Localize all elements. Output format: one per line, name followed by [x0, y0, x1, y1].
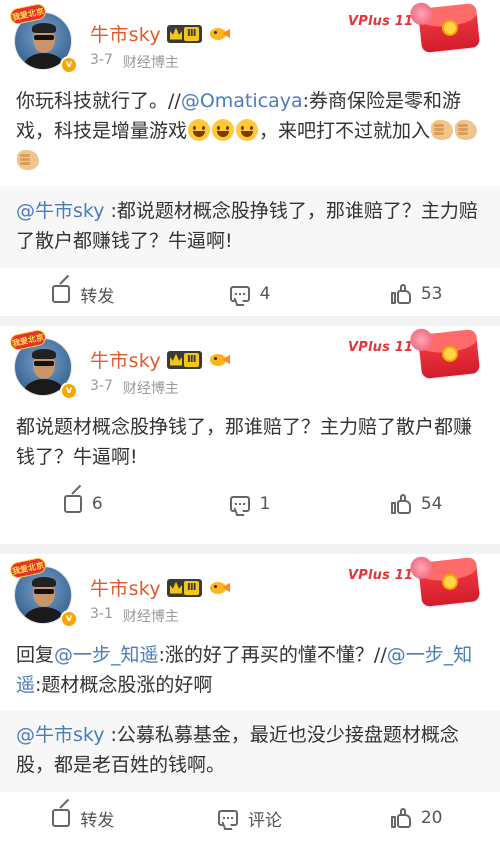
laugh-emoji-icon	[236, 119, 259, 141]
quoted-post[interactable]: @牛市sky :公募私募基金，最近也没少接盘题材概念股，都是老百姓的钱啊。	[0, 710, 500, 792]
comment-icon	[218, 810, 238, 826]
fish-badge-icon[interactable]	[208, 352, 231, 368]
post-date: 3-7	[90, 378, 113, 394]
author-row: 牛市sky Ⅲ	[90, 20, 231, 47]
repost-button[interactable]: 转发	[0, 282, 167, 307]
comment-button[interactable]: 评论	[167, 806, 334, 831]
avatar[interactable]: 我爱北京 v	[8, 328, 78, 400]
post-meta: 3-7 财经博主	[90, 378, 179, 398]
vplus-card-decoration[interactable]: VPlus 11·11	[348, 327, 484, 379]
post-date: 3-1	[90, 606, 113, 622]
post-card: 我爱北京 v 牛市sky Ⅲ 3-1 财经博主 VPlus 11·11 回复@一…	[0, 554, 500, 862]
red-envelope-icon	[409, 555, 481, 607]
post-content: 回复@一步_知遥:涨的好了再买的懂不懂？//@一步_知遥:题材概念股涨的好啊	[16, 644, 473, 696]
action-bar: 转发 4 53	[0, 268, 500, 320]
repost-icon	[52, 809, 71, 827]
like-button[interactable]: 20	[333, 808, 500, 828]
verified-badge-icon: v	[60, 56, 78, 74]
post-card: 我爱北京 v 牛市sky Ⅲ 3-7 财经博主 VPlus 11·11 你玩科技…	[0, 0, 500, 316]
mention-link[interactable]: @牛市sky	[16, 724, 104, 746]
fist-emoji-icon	[431, 120, 454, 140]
level-badge[interactable]: Ⅲ	[166, 578, 203, 597]
mention-link[interactable]: @牛市sky	[16, 200, 104, 222]
red-envelope-icon	[409, 1, 481, 53]
quoted-post[interactable]: @牛市sky :都说题材概念股挣钱了，那谁赔了？主力赔了散户都赚钱了？牛逼啊!	[0, 186, 500, 268]
repost-icon	[52, 285, 71, 303]
author-tag: 财经博主	[122, 55, 179, 71]
author-name[interactable]: 牛市sky	[90, 20, 161, 47]
repost-button[interactable]: 6	[0, 494, 167, 514]
crown-icon	[169, 581, 182, 594]
author-row: 牛市sky Ⅲ	[90, 346, 231, 373]
laugh-emoji-icon	[188, 119, 211, 141]
comment-icon	[229, 496, 250, 512]
mention-link[interactable]: @一步_知遥	[54, 644, 159, 666]
action-bar: 6 1 54	[0, 478, 500, 530]
comment-button[interactable]: 1	[167, 494, 334, 514]
comment-button[interactable]: 4	[167, 284, 334, 304]
fish-badge-icon[interactable]	[208, 26, 231, 42]
like-button[interactable]: 54	[333, 494, 500, 514]
crown-icon	[169, 353, 182, 366]
action-bar: 转发 评论 20	[0, 792, 500, 844]
level-badge[interactable]: Ⅲ	[166, 350, 203, 369]
author-tag: 财经博主	[122, 381, 179, 397]
like-button[interactable]: 53	[333, 284, 500, 304]
avatar[interactable]: 我爱北京 v	[8, 2, 78, 74]
laugh-emoji-icon	[212, 119, 235, 141]
author-name[interactable]: 牛市sky	[90, 574, 161, 601]
repost-icon	[63, 495, 82, 513]
post-date: 3-7	[90, 52, 113, 68]
thumbs-up-icon	[390, 494, 411, 514]
post-content: 都说题材概念股挣钱了，那谁赔了？主力赔了散户都赚钱了？牛逼啊!	[16, 416, 473, 468]
fist-emoji-icon	[455, 120, 478, 140]
red-envelope-icon	[409, 327, 481, 379]
post-header: 我爱北京 v 牛市sky Ⅲ 3-7 财经博主 VPlus 11·11	[0, 326, 500, 406]
repost-button[interactable]: 转发	[0, 806, 167, 831]
weibo-feed: 我爱北京 v 牛市sky Ⅲ 3-7 财经博主 VPlus 11·11 你玩科技…	[0, 0, 500, 862]
mention-link[interactable]: @Omaticaya	[181, 90, 303, 112]
vplus-card-decoration[interactable]: VPlus 11·11	[348, 555, 484, 607]
vplus-card-decoration[interactable]: VPlus 11·11	[348, 1, 484, 53]
post-meta: 3-1 财经博主	[90, 606, 179, 626]
verified-badge-icon: v	[60, 610, 78, 628]
level-badge[interactable]: Ⅲ	[166, 24, 203, 43]
avatar[interactable]: 我爱北京 v	[8, 556, 78, 628]
post-meta: 3-7 财经博主	[90, 52, 179, 72]
comment-icon	[229, 286, 250, 302]
author-name[interactable]: 牛市sky	[90, 346, 161, 373]
thumbs-up-icon	[390, 284, 411, 304]
author-row: 牛市sky Ⅲ	[90, 574, 231, 601]
thumbs-up-icon	[390, 808, 411, 828]
post-content: 你玩科技就行了。//@Omaticaya:券商保险是零和游戏，科技是增量游戏 ，来…	[0, 80, 500, 176]
author-tag: 财经博主	[122, 609, 179, 625]
fish-badge-icon[interactable]	[208, 580, 231, 596]
post-card: 我爱北京 v 牛市sky Ⅲ 3-7 财经博主 VPlus 11·11 都说题材…	[0, 326, 500, 544]
verified-badge-icon: v	[60, 382, 78, 400]
post-header: 我爱北京 v 牛市sky Ⅲ 3-1 财经博主 VPlus 11·11	[0, 554, 500, 634]
post-header: 我爱北京 v 牛市sky Ⅲ 3-7 财经博主 VPlus 11·11	[0, 0, 500, 80]
crown-icon	[169, 27, 182, 40]
fist-emoji-icon	[17, 150, 39, 170]
post-separator	[0, 544, 500, 554]
